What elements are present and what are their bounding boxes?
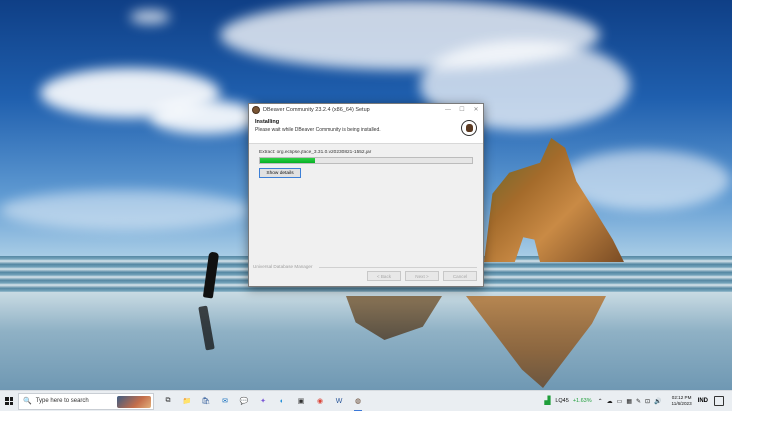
display-icon[interactable]: ⊡ xyxy=(645,398,650,405)
cloud xyxy=(150,100,260,134)
taskbar-search-box[interactable]: 🔍 Type here to search xyxy=(18,392,154,410)
pinned-apps: ⧉ 📁 🛍 ✉ 💬 ✦ ◐ ▣ ◉ W ◍ xyxy=(162,395,364,411)
minimize-button[interactable]: — xyxy=(441,104,455,116)
dbeaver-icon[interactable]: ◍ xyxy=(352,395,364,411)
next-button[interactable]: Next > xyxy=(405,271,439,281)
task-view-icon[interactable]: ⧉ xyxy=(162,395,174,407)
battery-icon[interactable]: ▭ xyxy=(617,398,623,405)
start-button[interactable] xyxy=(0,391,18,412)
header-subtitle: Please wait while DBeaver Community is b… xyxy=(255,127,381,133)
install-progress-bar xyxy=(259,157,473,164)
close-button[interactable]: ✕ xyxy=(469,104,483,116)
installer-body: Extract: org.eclipse.jface_3.31.0.v20230… xyxy=(249,144,483,266)
search-highlight-image xyxy=(117,395,151,408)
chat-icon[interactable]: 💬 xyxy=(238,395,250,407)
notification-icon[interactable] xyxy=(714,396,724,406)
footer-buttons: < Back Next > Cancel xyxy=(367,271,477,281)
back-button[interactable]: < Back xyxy=(367,271,401,281)
store-icon[interactable]: 🛍 xyxy=(200,395,212,407)
app-icon[interactable]: ▣ xyxy=(295,395,307,407)
title-bar[interactable]: DBeaver Community 23.2.4 (x86_64) Setup … xyxy=(249,104,483,116)
volume-icon[interactable]: 🔊 xyxy=(654,398,661,405)
network-icon[interactable]: ▦ xyxy=(626,398,632,405)
file-explorer-icon[interactable]: 📁 xyxy=(181,395,193,407)
stock-widget[interactable]: ▟ LQ45 +1.63% xyxy=(544,397,591,405)
installer-header: Installing Please wait while DBeaver Com… xyxy=(249,116,483,144)
stock-change: +1.63% xyxy=(572,398,592,404)
pen-icon[interactable]: ✎ xyxy=(636,398,641,405)
windows-logo-icon xyxy=(5,397,13,405)
taskbar: 🔍 Type here to search ⧉ 📁 🛍 ✉ 💬 ✦ ◐ ▣ ◉ W ◍ ▟ LQ45… xyxy=(0,390,732,411)
stock-name: LQ45 xyxy=(555,398,569,404)
header-title: Installing xyxy=(255,119,280,125)
window-title: DBeaver Community 23.2.4 (x86_64) Setup xyxy=(263,107,370,113)
show-hidden-icons-icon[interactable]: ⌃ xyxy=(598,398,603,405)
clock-date: 11/6/2023 xyxy=(671,401,692,406)
stock-chart-icon: ▟ xyxy=(544,396,551,405)
dbeaver-app-icon xyxy=(252,106,260,114)
language-indicator[interactable]: IND xyxy=(698,398,708,404)
edge-icon[interactable]: ◐ xyxy=(276,395,288,407)
footer-brand-label: Universal Database Manager xyxy=(253,264,313,269)
cloud xyxy=(0,190,250,230)
copilot-icon[interactable]: ✦ xyxy=(257,395,269,407)
installer-window: DBeaver Community 23.2.4 (x86_64) Setup … xyxy=(248,103,484,287)
onedrive-icon[interactable]: ☁ xyxy=(607,398,613,405)
cancel-button[interactable]: Cancel xyxy=(443,271,477,281)
progress-fill xyxy=(260,158,316,163)
cloud xyxy=(130,10,170,24)
show-details-button[interactable]: Show details xyxy=(259,168,301,178)
search-placeholder: Type here to search xyxy=(35,398,89,404)
chrome-icon[interactable]: ◉ xyxy=(314,395,326,407)
taskbar-clock[interactable]: 02:12 PM 11/6/2023 xyxy=(672,395,692,407)
maximize-button[interactable]: ☐ xyxy=(455,104,469,116)
system-tray: ⌃ ☁ ▭ ▦ ✎ ⊡ 🔊 xyxy=(598,398,662,405)
dbeaver-logo-icon xyxy=(461,120,477,136)
footer-divider xyxy=(319,267,477,268)
mail-icon[interactable]: ✉ xyxy=(219,395,231,407)
search-icon: 🔍 xyxy=(23,398,32,405)
extract-status-text: Extract: org.eclipse.jface_3.31.0.v20230… xyxy=(259,150,372,155)
word-icon[interactable]: W xyxy=(333,395,345,407)
